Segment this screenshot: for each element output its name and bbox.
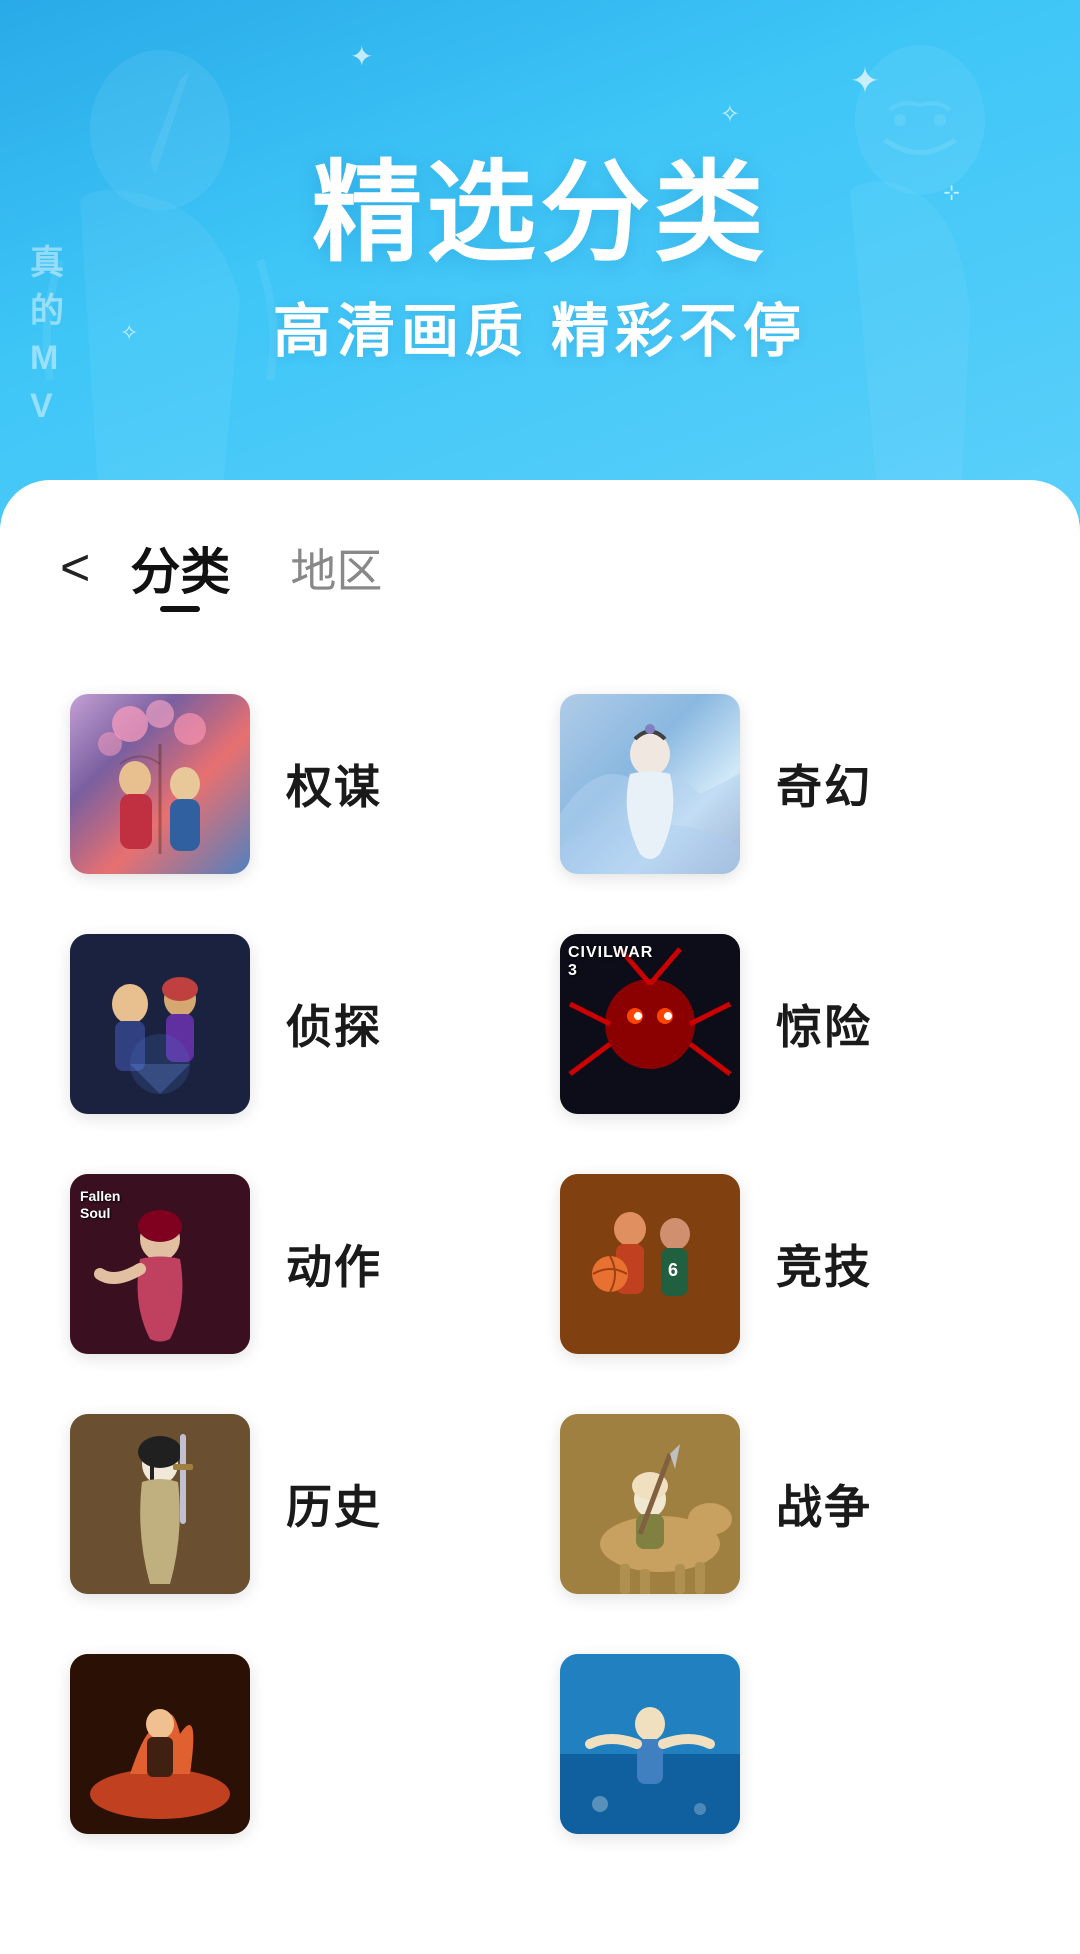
- zhanzheng-art-icon: [560, 1414, 740, 1594]
- category-label-jingxian: 惊险: [776, 991, 872, 1057]
- category-item-jingji[interactable]: 6 竞技: [540, 1144, 1030, 1384]
- category-thumb-zhentan: [70, 934, 250, 1114]
- category-item-zhanzheng[interactable]: 战争: [540, 1384, 1030, 1624]
- sparkle-icon: ✧: [720, 100, 740, 129]
- sparkle-icon: ⊹: [943, 180, 960, 205]
- category-item-lishi[interactable]: 历史: [50, 1384, 540, 1624]
- quanmou-art-icon: [70, 694, 250, 874]
- nav-bar: < 分类 地区: [0, 480, 1080, 634]
- category-grid: 权谋 奇幻: [0, 634, 1080, 1894]
- qihuan-art-icon: [560, 694, 740, 874]
- category-thumb-jingxian: CIVILWAR3: [560, 934, 740, 1114]
- category-item-bottom1[interactable]: [50, 1624, 540, 1864]
- category-thumb-zhanzheng: [560, 1414, 740, 1594]
- header-section: ✦ ✧ ✦ ⊹ ✧ 真 的 M V 精选分类 高清画质 精彩不停: [0, 0, 1080, 520]
- page-subtitle: 高清画质 精彩不停: [273, 284, 807, 368]
- civilwar-text-overlay: CIVILWAR3: [568, 944, 653, 979]
- tab-category[interactable]: 分类: [130, 532, 230, 604]
- category-item-quanmou[interactable]: 权谋: [50, 664, 540, 904]
- category-label-dongzuo: 动作: [286, 1231, 382, 1297]
- category-label-zhanzheng: 战争: [776, 1471, 872, 1537]
- jingji-art-icon: 6: [560, 1174, 740, 1354]
- category-item-qihuan[interactable]: 奇幻: [540, 664, 1030, 904]
- svg-text:6: 6: [668, 1260, 678, 1280]
- bottom2-art-icon: [560, 1654, 740, 1834]
- fallen-soul-text: FallenSoul: [80, 1188, 120, 1222]
- category-label-qihuan: 奇幻: [776, 751, 872, 817]
- category-thumb-jingji: 6: [560, 1174, 740, 1354]
- category-thumb-quanmou: [70, 694, 250, 874]
- category-thumb-bottom2: [560, 1654, 740, 1834]
- sparkle-icon: ✧: [120, 320, 138, 346]
- bottom1-art-icon: [70, 1654, 250, 1834]
- watermark-text: 真 的 M V: [30, 240, 64, 430]
- category-label-jingji: 竞技: [776, 1231, 872, 1297]
- category-thumb-dongzuo: FallenSoul: [70, 1174, 250, 1354]
- category-thumb-lishi: [70, 1414, 250, 1594]
- category-label-zhentan: 侦探: [286, 991, 382, 1057]
- bg-char-right-icon: [760, 0, 1080, 520]
- category-item-dongzuo[interactable]: FallenSoul 动作: [50, 1144, 540, 1384]
- lishi-art-icon: [70, 1414, 250, 1594]
- page-title: 精选分类: [273, 153, 807, 274]
- category-label-quanmou: 权谋: [286, 751, 382, 817]
- zhentan-art-icon: [70, 934, 250, 1114]
- category-label-lishi: 历史: [286, 1471, 382, 1537]
- sparkle-icon: ✦: [850, 60, 880, 102]
- category-thumb-qihuan: [560, 694, 740, 874]
- category-item-bottom2[interactable]: [540, 1624, 1030, 1864]
- category-item-jingxian[interactable]: CIVILWAR3 惊险: [540, 904, 1030, 1144]
- header-title-block: 精选分类 高清画质 精彩不停: [273, 153, 807, 368]
- sparkle-icon: ✦: [350, 40, 373, 73]
- tab-region[interactable]: 地区: [290, 535, 382, 601]
- category-item-zhentan[interactable]: 侦探: [50, 904, 540, 1144]
- category-thumb-bottom1: [70, 1654, 250, 1834]
- back-button[interactable]: <: [60, 542, 90, 594]
- content-card: < 分类 地区: [0, 480, 1080, 1954]
